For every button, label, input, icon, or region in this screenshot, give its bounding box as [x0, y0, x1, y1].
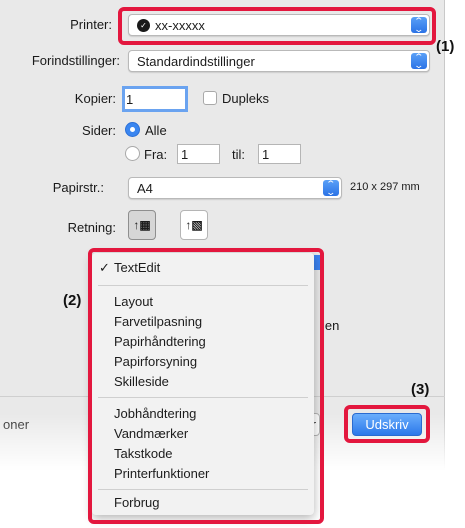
pages-from-input[interactable]: 1: [177, 144, 220, 164]
paper-size-value: A4: [137, 180, 153, 196]
presets-value: Standardindstillinger: [137, 53, 255, 69]
pages-to-input[interactable]: 1: [258, 144, 301, 164]
presets-label: Forindstillinger:: [31, 53, 120, 68]
pages-all-label: Alle: [145, 123, 167, 138]
pages-range-radio[interactable]: [125, 146, 140, 161]
duplex-label: Dupleks: [222, 91, 269, 106]
obscured-text-right: ien: [322, 318, 340, 333]
paper-size-label: Papirstr.:: [52, 180, 104, 195]
callout-label-2: (2): [63, 292, 82, 309]
paper-dimensions: 210 x 297 mm: [350, 181, 420, 193]
callout-box-2: [88, 248, 324, 524]
paper-size-popup[interactable]: A4 ⌃ ⌄: [128, 177, 342, 199]
landscape-orientation-icon[interactable]: ↑▧: [180, 210, 208, 240]
callout-box-3: [344, 405, 430, 443]
orientation-label: Retning:: [67, 220, 116, 235]
obscured-text-bottom-left: oner: [3, 417, 30, 432]
chevron-updown-icon: ⌃ ⌄: [411, 53, 427, 70]
copies-label: Kopier:: [74, 91, 116, 106]
pages-from-label: Fra:: [144, 147, 168, 162]
presets-popup[interactable]: Standardindstillinger ⌃ ⌄: [128, 50, 430, 72]
copies-input[interactable]: 1: [122, 86, 188, 112]
duplex-checkbox[interactable]: [203, 91, 217, 105]
callout-label-1: (1): [436, 38, 455, 55]
pages-to-label: til:: [232, 147, 245, 162]
portrait-orientation-icon[interactable]: ↑▦: [128, 210, 156, 240]
pages-all-radio[interactable]: [125, 122, 140, 137]
chevron-updown-icon: ⌃ ⌄: [323, 180, 339, 197]
callout-label-3: (3): [411, 381, 430, 398]
callout-box-1: [118, 7, 436, 45]
printer-label: Printer:: [70, 17, 112, 32]
pages-label: Sider:: [82, 123, 116, 138]
